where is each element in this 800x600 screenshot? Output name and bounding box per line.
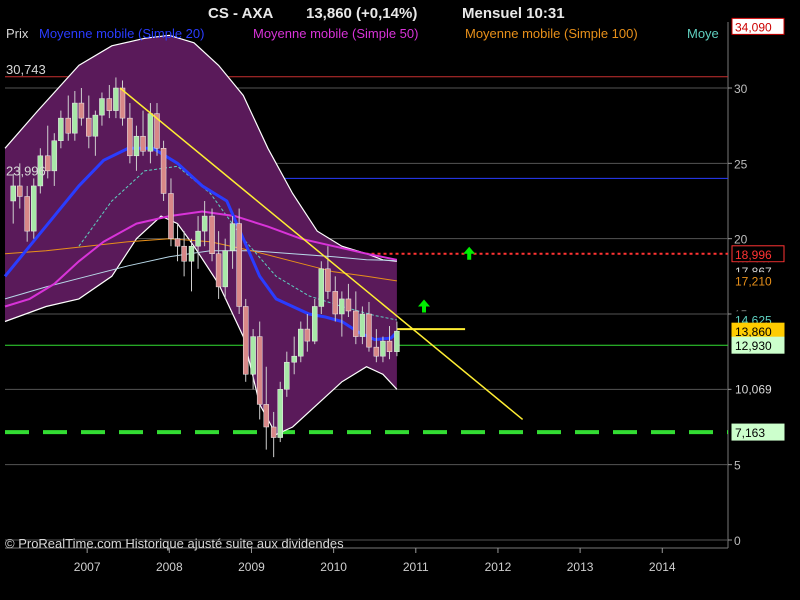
candle-body [270,426,277,438]
price-label: 7,163 [735,426,765,440]
left-annotation: 30,743 [6,62,46,77]
candle-body [10,185,16,202]
chart-period: Mensuel 10:31 [462,5,565,22]
price-chart[interactable]: CS - AXA 13,860 (+0,14%) Mensuel 10:31 0… [0,0,800,600]
candle-body [380,340,386,357]
candle-body [256,336,263,405]
price-label: 18,996 [735,248,772,262]
candle-body [345,298,352,312]
candle-body [92,114,99,137]
candle-body [332,291,339,315]
candle-body [72,102,78,134]
candle-body [17,185,23,197]
candle-body [394,330,400,352]
y-tick-label: 20 [734,233,748,247]
y-tick-label: 30 [734,82,748,96]
candle-body [250,336,256,375]
footer-copyright: © ProRealTime.com Historique ajusté suit… [5,536,344,551]
candle-body [160,148,167,194]
candle-body [277,389,283,438]
candle-body [174,238,181,247]
candle-body [222,250,228,288]
x-tick-label: 2008 [156,560,183,574]
candle-body [209,215,215,254]
chart-symbol: CS - AXA [208,5,273,22]
candle-body [188,245,195,262]
candle-body [127,117,133,157]
legend-item: Moye [687,26,719,41]
candle-body [339,298,345,315]
candle-body [359,313,366,337]
candle-body [201,215,208,232]
candle-body [386,340,393,352]
candle-body [353,310,359,337]
candle-body [140,135,146,152]
x-tick-label: 2009 [238,560,265,574]
legend: Prix Moyenne mobile (Simple 20) Moyenne mo… [6,26,719,41]
candle-body [133,135,140,157]
x-tick-label: 2010 [320,560,347,574]
x-tick-label: 2013 [567,560,594,574]
candle-body [58,117,64,141]
legend-item: Prix [6,26,29,41]
candle-body [325,268,331,292]
candle-body [311,306,318,342]
left-annotation: 23,996 [6,163,46,178]
price-label: 12,930 [735,339,772,353]
y-tick-label: 25 [734,157,748,171]
candle-body [31,185,37,232]
candle-body [242,306,249,375]
candle-body [44,155,51,172]
candle-body [318,268,325,307]
candle-body [373,346,380,357]
candle-body [113,87,119,111]
x-tick-label: 2011 [403,560,429,574]
price-label: 10,069 [735,382,772,396]
candle-body [236,223,242,307]
candle-body [366,313,372,348]
candle-body [168,193,174,239]
candle-body [106,98,113,111]
candle-body [119,87,126,119]
candle-body [51,140,58,172]
legend-item: Moyenne mobile (Simple 50) [253,26,418,41]
price-label: 34,090 [735,20,772,34]
candle-body [304,328,311,342]
price-label: 17,210 [735,275,772,289]
candle-body [86,117,92,137]
candle-body [284,361,290,390]
candle-body [78,102,85,119]
candle-body [298,328,304,357]
x-tick-label: 2014 [649,560,676,574]
candle-body [24,196,30,232]
candle-body [263,404,270,428]
candle-body [65,117,72,134]
y-tick-label: 0 [734,534,741,548]
candle-body [215,253,222,288]
legend-item: Moyenne mobile (Simple 20) [39,26,204,41]
chart-price: 13,860 (+0,14%) [306,5,417,22]
x-tick-label: 2007 [74,560,101,574]
candle-body [291,355,297,363]
candle-body [99,98,105,116]
candle-body [229,223,236,251]
candle-body [147,113,154,152]
candle-body [195,230,201,247]
candle-body [181,245,187,262]
x-tick-label: 2012 [485,560,512,574]
y-tick-label: 5 [734,459,741,473]
legend-item: Moyenne mobile (Simple 100) [465,26,638,41]
